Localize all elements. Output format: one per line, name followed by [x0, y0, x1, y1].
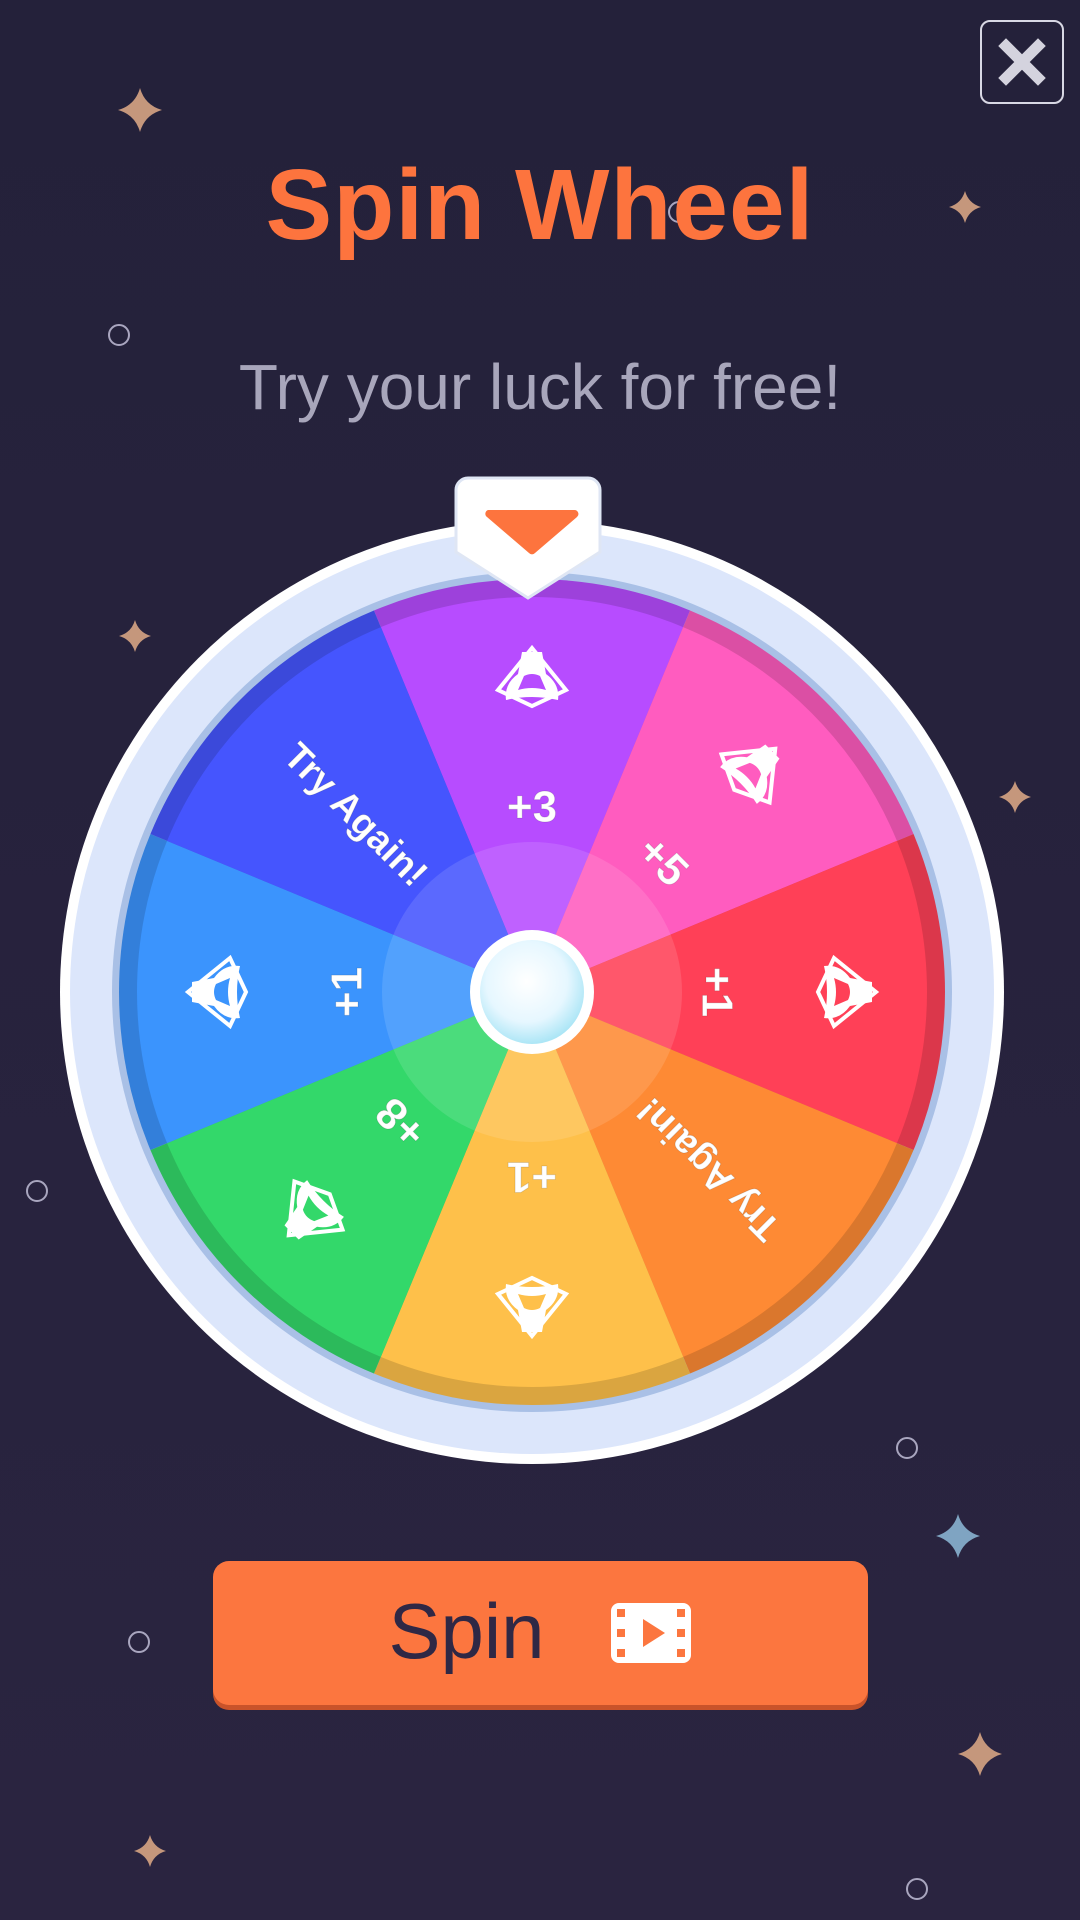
video-ad-icon: [610, 1603, 691, 1663]
spin-button-label: Spin: [388, 1586, 545, 1675]
wheel-hub-inner: [480, 940, 584, 1044]
segment-label: +1: [507, 1153, 557, 1202]
segment-label: +1: [693, 967, 742, 1017]
spin-button[interactable]: Spin: [213, 1561, 868, 1705]
segment-label: +3: [507, 783, 557, 832]
segment-label: +1: [323, 967, 372, 1017]
spin-wheel-screen: Spin Wheel Try your luck for free! +3 +5 +…: [0, 0, 1080, 1920]
